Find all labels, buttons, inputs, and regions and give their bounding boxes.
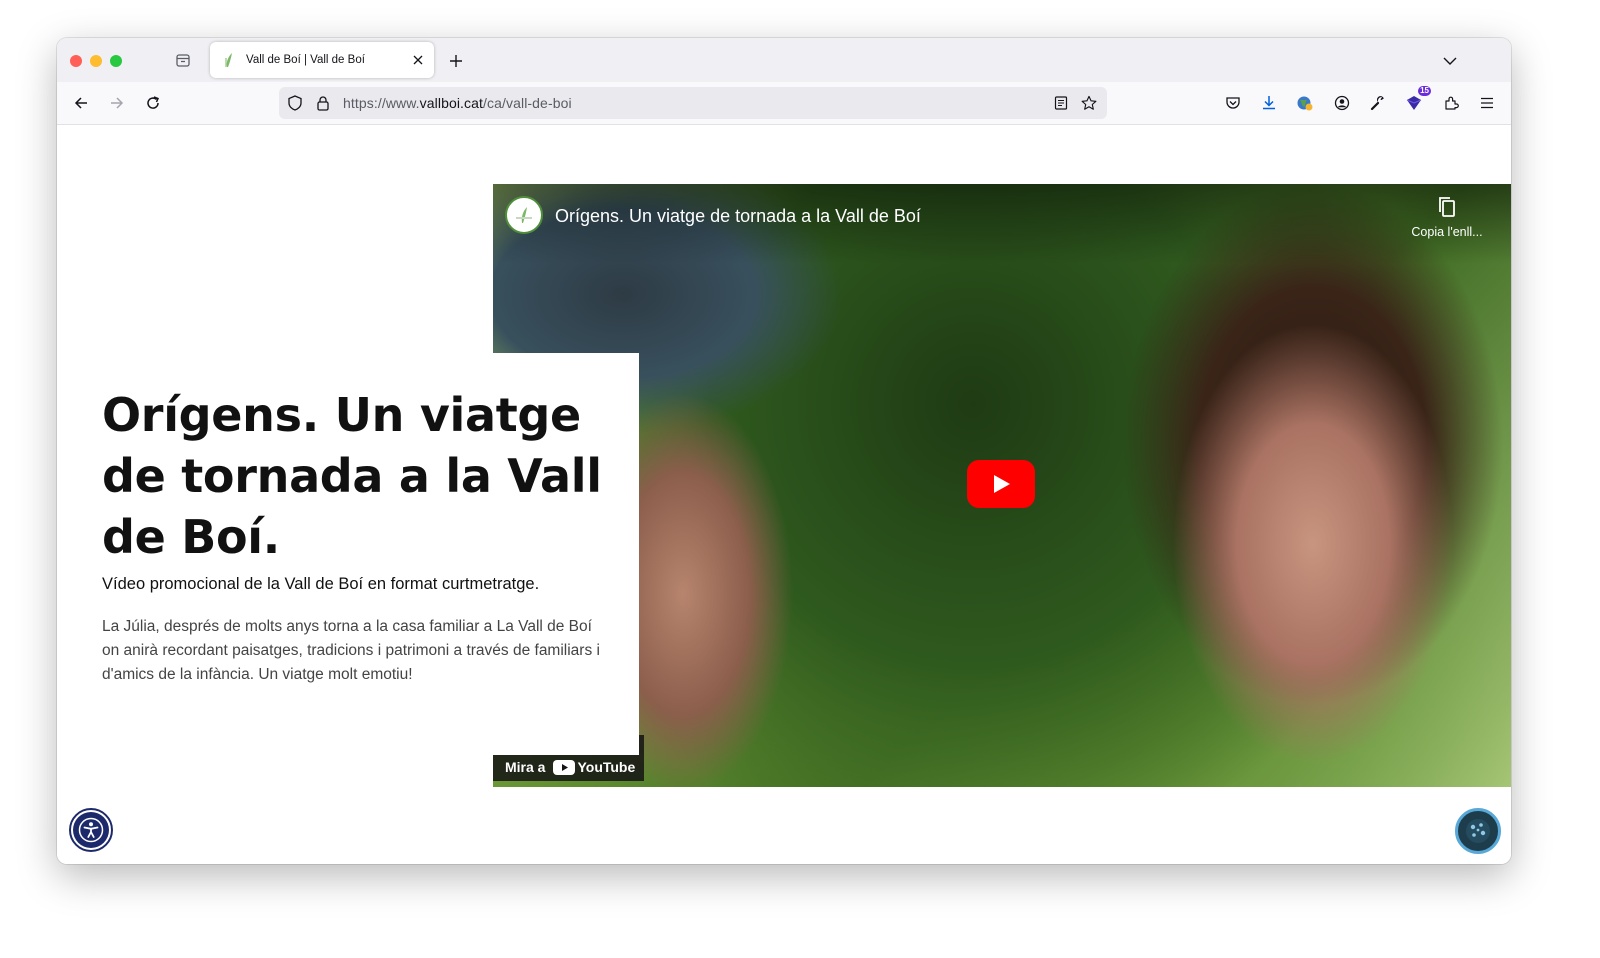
cookie-settings-button[interactable] bbox=[1455, 808, 1501, 854]
copy-link-button[interactable]: Copia l'enll... bbox=[1407, 196, 1487, 239]
accessibility-icon bbox=[73, 812, 109, 848]
tab-title: Vall de Boí | Vall de Boí bbox=[246, 54, 365, 66]
reader-view-icon[interactable] bbox=[1053, 95, 1069, 111]
lock-icon[interactable] bbox=[315, 95, 331, 111]
youtube-logo: YouTube bbox=[553, 759, 635, 775]
bookmark-star-icon[interactable] bbox=[1081, 95, 1097, 111]
address-bar[interactable]: https://www.vallboi.cat/ca/vall-de-boi bbox=[279, 87, 1107, 119]
minimize-window-button[interactable] bbox=[90, 55, 102, 67]
extension-badge-count: 15 bbox=[1418, 86, 1431, 96]
wrench-icon[interactable] bbox=[1366, 91, 1390, 115]
url-text: https://www.vallboi.cat/ca/vall-de-boi bbox=[343, 95, 572, 111]
close-tab-icon[interactable] bbox=[408, 50, 428, 70]
copy-link-label: Copia l'enll... bbox=[1411, 225, 1483, 239]
leaf-favicon-icon bbox=[222, 52, 236, 68]
youtube-video-embed[interactable]: Orígens. Un viatge de tornada a la Vall … bbox=[493, 184, 1511, 787]
play-icon bbox=[994, 475, 1010, 493]
browser-window: Vall de Boí | Vall de Boí https://www.va… bbox=[57, 38, 1511, 864]
account-icon[interactable] bbox=[1330, 91, 1354, 115]
chevron-down-icon[interactable] bbox=[1439, 50, 1461, 72]
extensions-icon[interactable] bbox=[1439, 91, 1463, 115]
tab-strip: Vall de Boí | Vall de Boí bbox=[57, 38, 1511, 82]
reload-icon[interactable] bbox=[141, 91, 165, 115]
zoom-window-button[interactable] bbox=[110, 55, 122, 67]
channel-logo-icon[interactable] bbox=[505, 196, 543, 234]
page-subtitle: Vídeo promocional de la Vall de Boí en f… bbox=[102, 575, 540, 593]
page-title: Orígens. Un viatge de tornada a la Vall … bbox=[102, 388, 602, 564]
shield-icon[interactable] bbox=[287, 95, 303, 111]
youtube-icon bbox=[553, 759, 576, 775]
copy-icon bbox=[1439, 197, 1455, 217]
extension-badge-icon[interactable]: 15 bbox=[1402, 86, 1431, 115]
play-button[interactable] bbox=[967, 460, 1035, 508]
new-tab-icon[interactable] bbox=[445, 50, 467, 72]
accessibility-button[interactable] bbox=[69, 808, 113, 852]
forward-icon[interactable] bbox=[105, 91, 129, 115]
extension-globe-icon[interactable] bbox=[1293, 91, 1317, 115]
video-title[interactable]: Orígens. Un viatge de tornada a la Vall … bbox=[555, 206, 921, 227]
navigation-toolbar: https://www.vallboi.cat/ca/vall-de-boi 1… bbox=[57, 82, 1511, 125]
intro-card: Orígens. Un viatge de tornada a la Vall … bbox=[57, 353, 639, 755]
download-icon[interactable] bbox=[1257, 91, 1281, 115]
youtube-label: YouTube bbox=[577, 759, 636, 775]
tab-active[interactable]: Vall de Boí | Vall de Boí bbox=[210, 42, 434, 78]
watch-on-label: Mira a bbox=[505, 759, 546, 775]
page-content: Orígens. Un viatge de tornada a la Vall … bbox=[57, 125, 1511, 864]
back-icon[interactable] bbox=[69, 91, 93, 115]
menu-icon[interactable] bbox=[1475, 91, 1499, 115]
pocket-icon[interactable] bbox=[1221, 91, 1245, 115]
cookie-icon bbox=[1466, 819, 1490, 843]
close-window-button[interactable] bbox=[70, 55, 82, 67]
page-description: La Júlia, després de molts anys torna a … bbox=[102, 618, 600, 683]
tab-overview-icon[interactable] bbox=[173, 50, 193, 70]
